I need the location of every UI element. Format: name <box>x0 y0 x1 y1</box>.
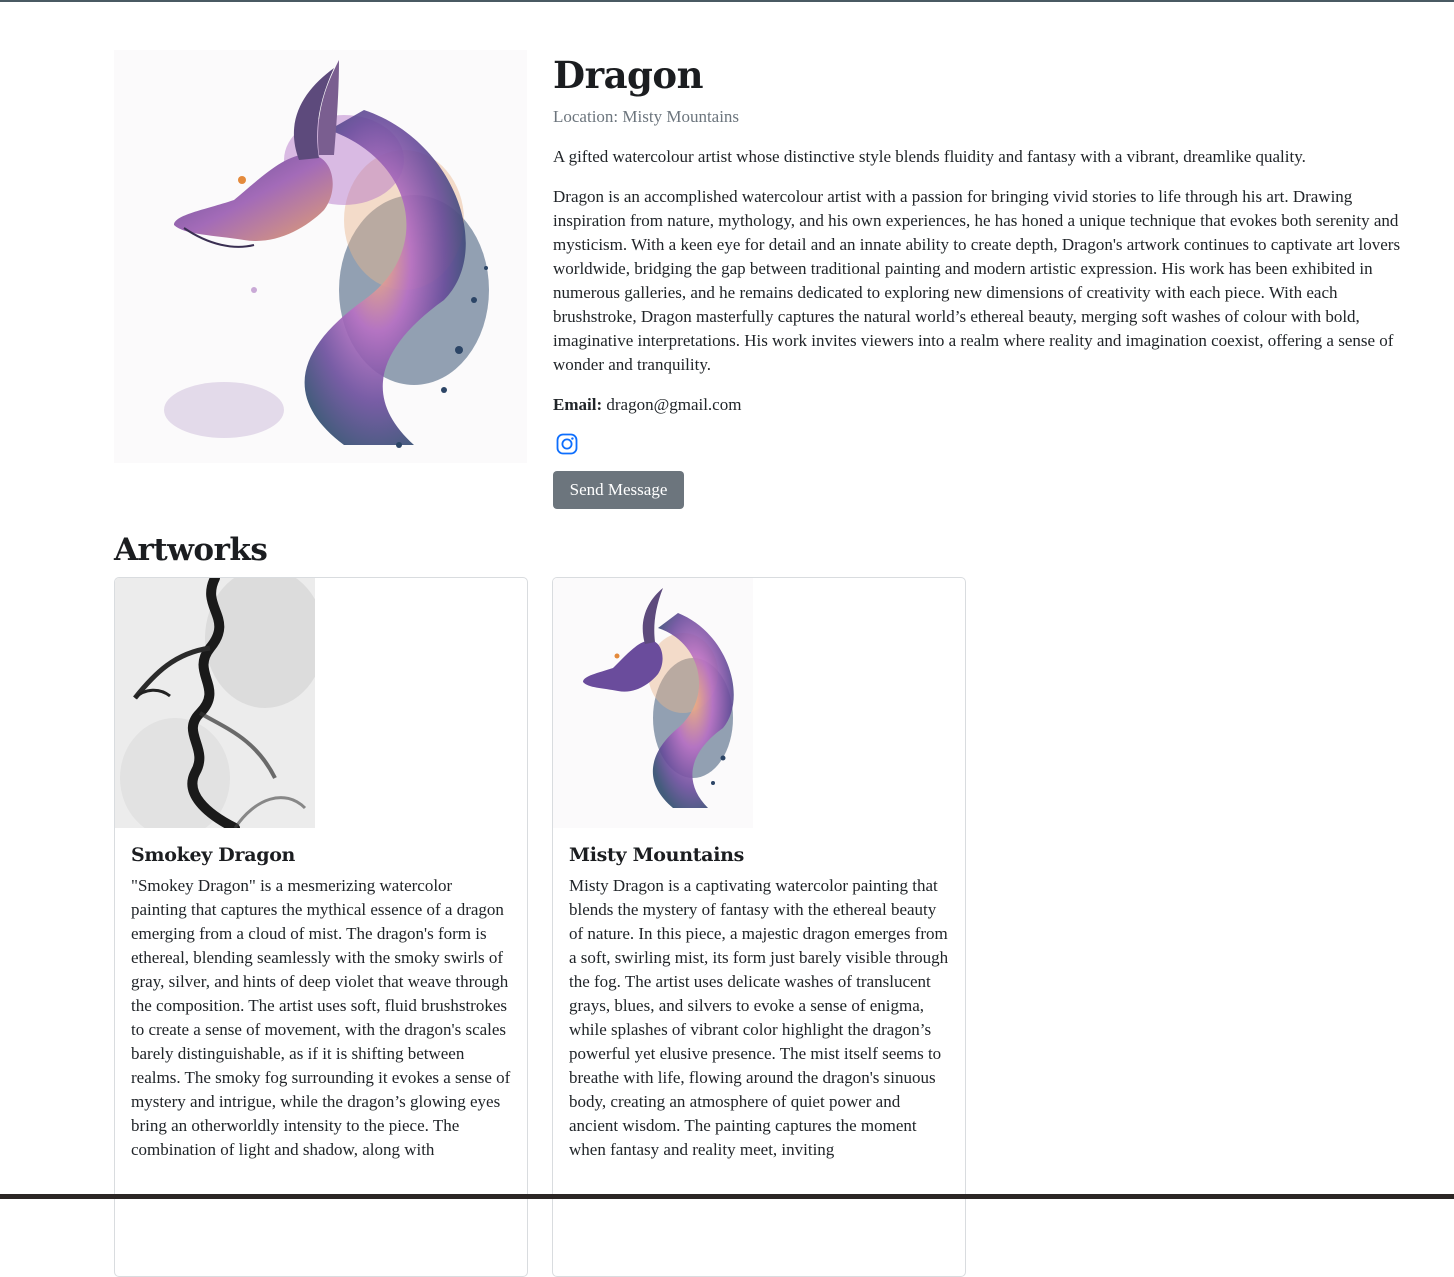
artwork-card-body: Smokey Dragon "Smokey Dragon" is a mesme… <box>115 828 527 1162</box>
top-border <box>0 0 1454 2</box>
artist-profile: Dragon Location: Misty Mountains A gifte… <box>114 50 1410 509</box>
artist-name: Dragon <box>553 53 704 97</box>
artist-tagline: A gifted watercolour artist whose distin… <box>553 147 1306 166</box>
artwork-card-body: Misty Mountains Misty Dragon is a captiv… <box>553 828 965 1162</box>
send-message-button[interactable]: Send Message <box>553 471 684 509</box>
artworks-grid: Smokey Dragon "Smokey Dragon" is a mesme… <box>114 577 1410 1277</box>
artist-email-line: Email: dragon@gmail.com <box>553 393 1410 417</box>
artist-location: Location: Misty Mountains <box>553 107 740 126</box>
artwork-description: "Smokey Dragon" is a mesmerizing waterco… <box>131 876 511 1159</box>
artist-info: Dragon Location: Misty Mountains A gifte… <box>553 50 1410 509</box>
instagram-icon <box>556 433 578 455</box>
artist-profile-image <box>114 50 527 463</box>
artwork-description: Misty Dragon is a captivating watercolor… <box>569 876 949 1159</box>
email-label: Email: <box>553 395 603 414</box>
artwork-card[interactable]: Misty Mountains Misty Dragon is a captiv… <box>552 577 966 1277</box>
artist-bio: Dragon is an accomplished watercolour ar… <box>553 187 1401 374</box>
bottom-border <box>0 1194 1454 1199</box>
artwork-image <box>553 578 753 828</box>
artworks-heading: Artworks <box>114 532 268 568</box>
artwork-image <box>115 578 315 828</box>
artwork-title: Misty Mountains <box>569 844 745 866</box>
artwork-title: Smokey Dragon <box>131 844 296 866</box>
artwork-card[interactable]: Smokey Dragon "Smokey Dragon" is a mesme… <box>114 577 528 1277</box>
instagram-link[interactable] <box>554 431 580 457</box>
artist-email[interactable]: dragon@gmail.com <box>606 395 741 414</box>
page-container: Dragon Location: Misty Mountains A gifte… <box>114 50 1410 1277</box>
